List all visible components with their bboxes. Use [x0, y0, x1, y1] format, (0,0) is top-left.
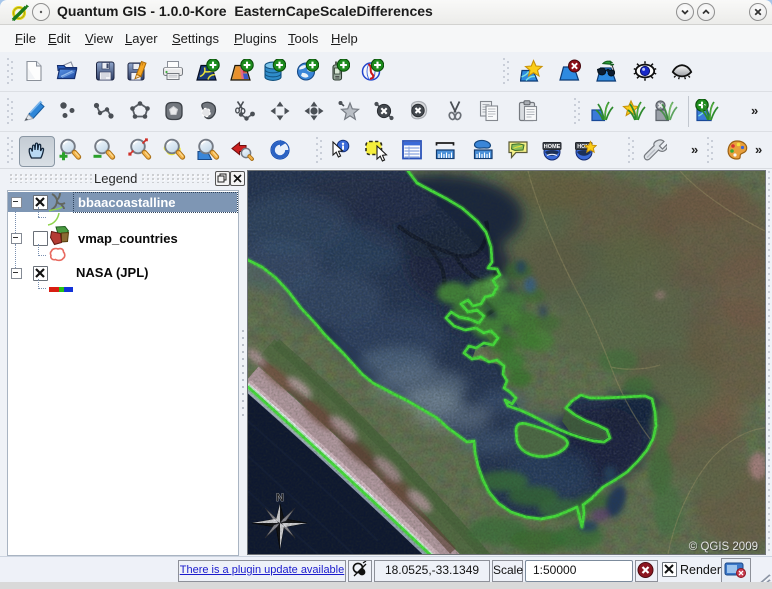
svg-text:HOME: HOME — [544, 144, 561, 150]
